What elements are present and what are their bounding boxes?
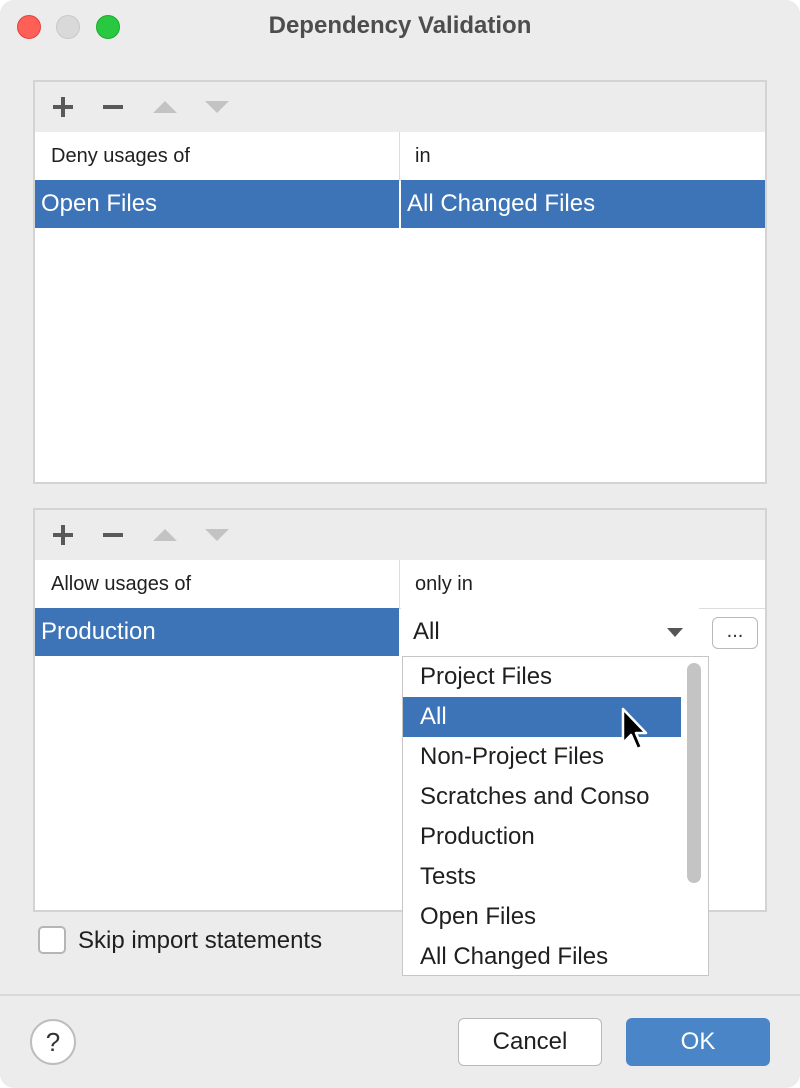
chevron-down-icon[interactable] (667, 628, 683, 637)
dropdown-option[interactable]: Production (403, 817, 681, 857)
minus-icon (103, 533, 123, 537)
arrow-up-icon (153, 101, 177, 113)
move-deny-rule-down-button[interactable] (197, 82, 237, 132)
dropdown-option[interactable]: Scratches and Conso (403, 777, 681, 817)
column-header-only-in[interactable]: only in (415, 560, 473, 608)
title-bar: Dependency Validation (0, 0, 800, 56)
dropdown-option[interactable]: Tests (403, 857, 681, 897)
deny-table-header: Deny usages of in (35, 132, 765, 181)
scope-combo-box[interactable]: All (401, 608, 699, 656)
allow-rules-toolbar (35, 510, 765, 562)
minus-icon (103, 105, 123, 109)
dropdown-scrollbar[interactable] (687, 663, 701, 883)
scope-dropdown-list: Project Files All Non-Project Files Scra… (402, 656, 709, 976)
column-divider[interactable] (399, 132, 400, 180)
arrow-up-icon (153, 529, 177, 541)
allow-scope-cell[interactable]: Production (35, 608, 399, 656)
mouse-pointer-icon (621, 707, 648, 751)
move-deny-rule-up-button[interactable] (145, 82, 185, 132)
scope-combo-value: All (413, 618, 440, 645)
table-row[interactable]: Production All ... (35, 608, 765, 656)
ok-button[interactable]: OK (626, 1018, 770, 1066)
table-row[interactable]: Open Files All Changed Files (35, 180, 765, 228)
add-allow-rule-button[interactable] (43, 510, 83, 560)
remove-deny-rule-button[interactable] (93, 82, 133, 132)
column-divider[interactable] (399, 560, 400, 608)
help-button[interactable]: ? (30, 1019, 76, 1065)
dropdown-option[interactable]: Project Files (403, 657, 681, 697)
deny-rules-toolbar (35, 82, 765, 134)
column-header-allow-usages-of[interactable]: Allow usages of (51, 560, 191, 608)
dropdown-option[interactable]: Open Files (403, 897, 681, 937)
move-allow-rule-up-button[interactable] (145, 510, 185, 560)
arrow-down-icon (205, 101, 229, 113)
deny-rules-panel: Deny usages of in Open Files All Changed… (33, 80, 767, 484)
window-title: Dependency Validation (268, 12, 532, 39)
browse-scopes-button[interactable]: ... (712, 617, 758, 649)
deny-scope-cell[interactable]: Open Files (35, 180, 399, 228)
plus-icon (53, 525, 73, 545)
dependency-validation-dialog: Dependency Validation Deny usages of in … (0, 0, 800, 1088)
remove-allow-rule-button[interactable] (93, 510, 133, 560)
dropdown-option[interactable]: All Changed Files (403, 937, 681, 975)
cancel-button[interactable]: Cancel (458, 1018, 602, 1066)
skip-imports-label[interactable]: Skip import statements (78, 926, 322, 956)
add-deny-rule-button[interactable] (43, 82, 83, 132)
footer-divider (0, 994, 800, 996)
move-allow-rule-down-button[interactable] (197, 510, 237, 560)
allow-table-header: Allow usages of only in (35, 560, 765, 609)
plus-icon (53, 97, 73, 117)
skip-imports-checkbox[interactable] (38, 926, 66, 954)
column-header-deny-usages-of[interactable]: Deny usages of (51, 132, 190, 180)
column-header-in[interactable]: in (415, 132, 431, 180)
arrow-down-icon (205, 529, 229, 541)
deny-in-cell[interactable]: All Changed Files (401, 180, 765, 228)
